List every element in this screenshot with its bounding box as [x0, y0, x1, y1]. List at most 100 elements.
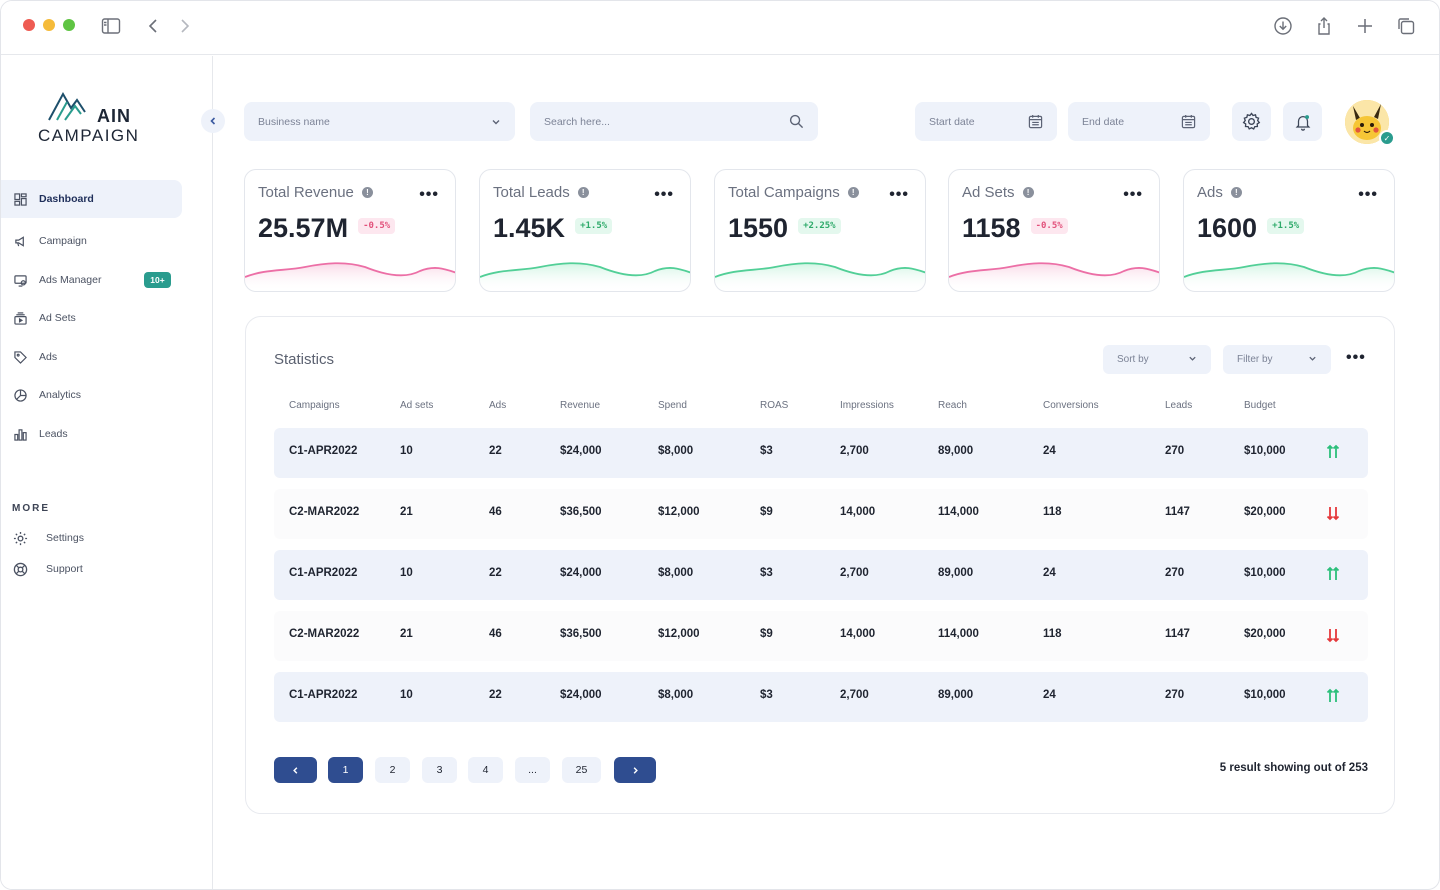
column-header[interactable]: Conversions — [1043, 400, 1099, 411]
forward-arrow-icon[interactable] — [174, 15, 196, 37]
sort-by-dropdown[interactable]: Sort by — [1103, 345, 1211, 374]
table-row[interactable]: C2-MAR2022 21 46 $36,500 $12,000 $9 14,000 114,… — [274, 611, 1368, 661]
more-options-icon[interactable]: ••• — [889, 186, 909, 204]
more-options-icon[interactable]: ••• — [1123, 186, 1143, 204]
card-value-wrap: 1158 -0.5% — [962, 213, 1068, 244]
calendar-icon[interactable] — [1181, 114, 1196, 129]
table-row[interactable]: C1-APR2022 10 22 $24,000 $8,000 $3 2,700 89,000… — [274, 550, 1368, 600]
megaphone-icon — [13, 234, 27, 248]
sidebar-item-campaign[interactable]: Campaign — [1, 222, 182, 260]
table-cell: 10 — [400, 445, 413, 457]
tabs-overview-icon[interactable] — [1395, 15, 1417, 37]
user-avatar[interactable]: ✓ — [1345, 100, 1395, 146]
share-icon[interactable] — [1313, 15, 1335, 37]
more-options-icon[interactable]: ••• — [1358, 186, 1378, 204]
table-cell: 24 — [1043, 445, 1056, 457]
stat-card-total-leads[interactable]: Total Leads! ••• 1.45K +1.5% — [479, 169, 691, 292]
table-cell: $9 — [760, 628, 773, 640]
table-cell: $8,000 — [658, 689, 694, 701]
card-value: 1158 — [962, 213, 1021, 243]
column-header[interactable]: Impressions — [840, 400, 894, 411]
table-cell: 2,700 — [840, 567, 869, 579]
column-header[interactable]: Ad sets — [400, 400, 433, 411]
table-cell: $12,000 — [658, 628, 700, 640]
prev-page-button[interactable] — [274, 757, 317, 783]
table-cell: $24,000 — [560, 567, 602, 579]
info-icon[interactable]: ! — [1230, 187, 1242, 198]
end-date-field[interactable]: End date — [1068, 102, 1210, 141]
column-header[interactable]: Budget — [1244, 400, 1276, 411]
calendar-icon[interactable] — [1028, 114, 1043, 129]
table-cell: 2,700 — [840, 689, 869, 701]
table-cell: $20,000 — [1244, 506, 1286, 518]
sidebar-item-ad-sets[interactable]: Ad Sets — [1, 299, 182, 337]
back-arrow-icon[interactable] — [142, 15, 164, 37]
start-date-field[interactable]: Start date — [915, 102, 1057, 141]
page-button-2[interactable]: 2 — [375, 757, 410, 783]
trend-up-icon — [1326, 566, 1340, 580]
table-row[interactable]: C1-APR2022 10 22 $24,000 $8,000 $3 2,700 89,000… — [274, 428, 1368, 478]
sidebar-item-analytics[interactable]: Analytics — [1, 376, 182, 414]
sidebar-item-leads[interactable]: Leads — [1, 415, 182, 453]
table-cell: 21 — [400, 506, 413, 518]
table-cell: C2-MAR2022 — [289, 506, 360, 518]
end-date-placeholder: End date — [1082, 115, 1125, 128]
download-icon[interactable] — [1272, 15, 1294, 37]
sidebar-item-label: Ads — [39, 351, 58, 363]
page-button-25[interactable]: 25 — [562, 757, 601, 783]
table-row[interactable]: C1-APR2022 10 22 $24,000 $8,000 $3 2,700 89,000… — [274, 672, 1368, 722]
ain-campaign-logo[interactable]: AIN CAMPAIGN — [37, 86, 147, 148]
search-icon[interactable] — [789, 114, 804, 129]
more-section-label: MORE — [12, 503, 50, 514]
stat-card-total-campaigns[interactable]: Total Campaigns! ••• 1550 +2.25% — [714, 169, 926, 292]
close-window-button[interactable] — [23, 19, 35, 31]
sidebar-item-support[interactable]: Support — [12, 559, 83, 579]
more-options-icon[interactable]: ••• — [419, 186, 439, 204]
new-tab-icon[interactable] — [1354, 15, 1376, 37]
info-icon[interactable]: ! — [361, 187, 373, 198]
column-header[interactable]: Ads — [489, 400, 506, 411]
table-cell: 270 — [1165, 689, 1185, 701]
business-name-select[interactable]: Business name — [244, 102, 515, 141]
sidebar-item-dashboard[interactable]: Dashboard — [1, 180, 182, 218]
sidebar-toggle-icon[interactable] — [100, 15, 122, 37]
page-button-3[interactable]: 3 — [422, 757, 457, 783]
page-button-4[interactable]: 4 — [468, 757, 503, 783]
card-delta-badge: +1.5% — [575, 217, 613, 234]
column-header[interactable]: Campaigns — [289, 400, 340, 411]
stat-card-total-revenue[interactable]: Total Revenue! ••• 25.57M -0.5% — [244, 169, 456, 292]
stat-card-ad-sets[interactable]: Ad Sets! ••• 1158 -0.5% — [948, 169, 1160, 292]
card-delta-badge: -0.5% — [1030, 217, 1068, 234]
sidebar-item-ads[interactable]: Ads — [1, 338, 182, 376]
settings-button[interactable] — [1232, 102, 1271, 141]
sidebar-item-label: Dashboard — [39, 193, 94, 205]
collapse-sidebar-button[interactable] — [201, 109, 225, 133]
column-header[interactable]: Leads — [1165, 400, 1192, 411]
column-header[interactable]: ROAS — [760, 400, 788, 411]
business-name-placeholder: Business name — [258, 115, 330, 128]
info-icon[interactable]: ! — [847, 187, 859, 198]
stat-card-ads[interactable]: Ads! ••• 1600 +1.5% — [1183, 169, 1395, 292]
more-options-icon[interactable]: ••• — [1346, 349, 1366, 367]
table-row[interactable]: C2-MAR2022 21 46 $36,500 $12,000 $9 14,000 114,… — [274, 489, 1368, 539]
info-icon[interactable]: ! — [1022, 187, 1034, 198]
card-title: Total Leads — [493, 184, 570, 201]
page-button-1[interactable]: 1 — [328, 757, 363, 783]
column-header[interactable]: Spend — [658, 400, 687, 411]
column-header[interactable]: Revenue — [560, 400, 600, 411]
column-header[interactable]: Reach — [938, 400, 967, 411]
filter-by-dropdown[interactable]: Filter by — [1223, 345, 1331, 374]
sidebar-item-ads-manager[interactable]: Ads Manager 10+ — [1, 261, 182, 299]
maximize-window-button[interactable] — [63, 19, 75, 31]
minimize-window-button[interactable] — [43, 19, 55, 31]
sparkline-chart — [1184, 262, 1394, 291]
notifications-button[interactable] — [1283, 102, 1322, 141]
sidebar-item-settings[interactable]: Settings — [12, 528, 84, 548]
next-page-button[interactable] — [614, 757, 656, 783]
info-icon[interactable]: ! — [577, 187, 589, 198]
more-options-icon[interactable]: ••• — [654, 186, 674, 204]
search-input[interactable]: Search here... — [530, 102, 818, 141]
table-cell: C1-APR2022 — [289, 445, 358, 457]
table-cell: $24,000 — [560, 445, 602, 457]
table-cell: 22 — [489, 445, 502, 457]
